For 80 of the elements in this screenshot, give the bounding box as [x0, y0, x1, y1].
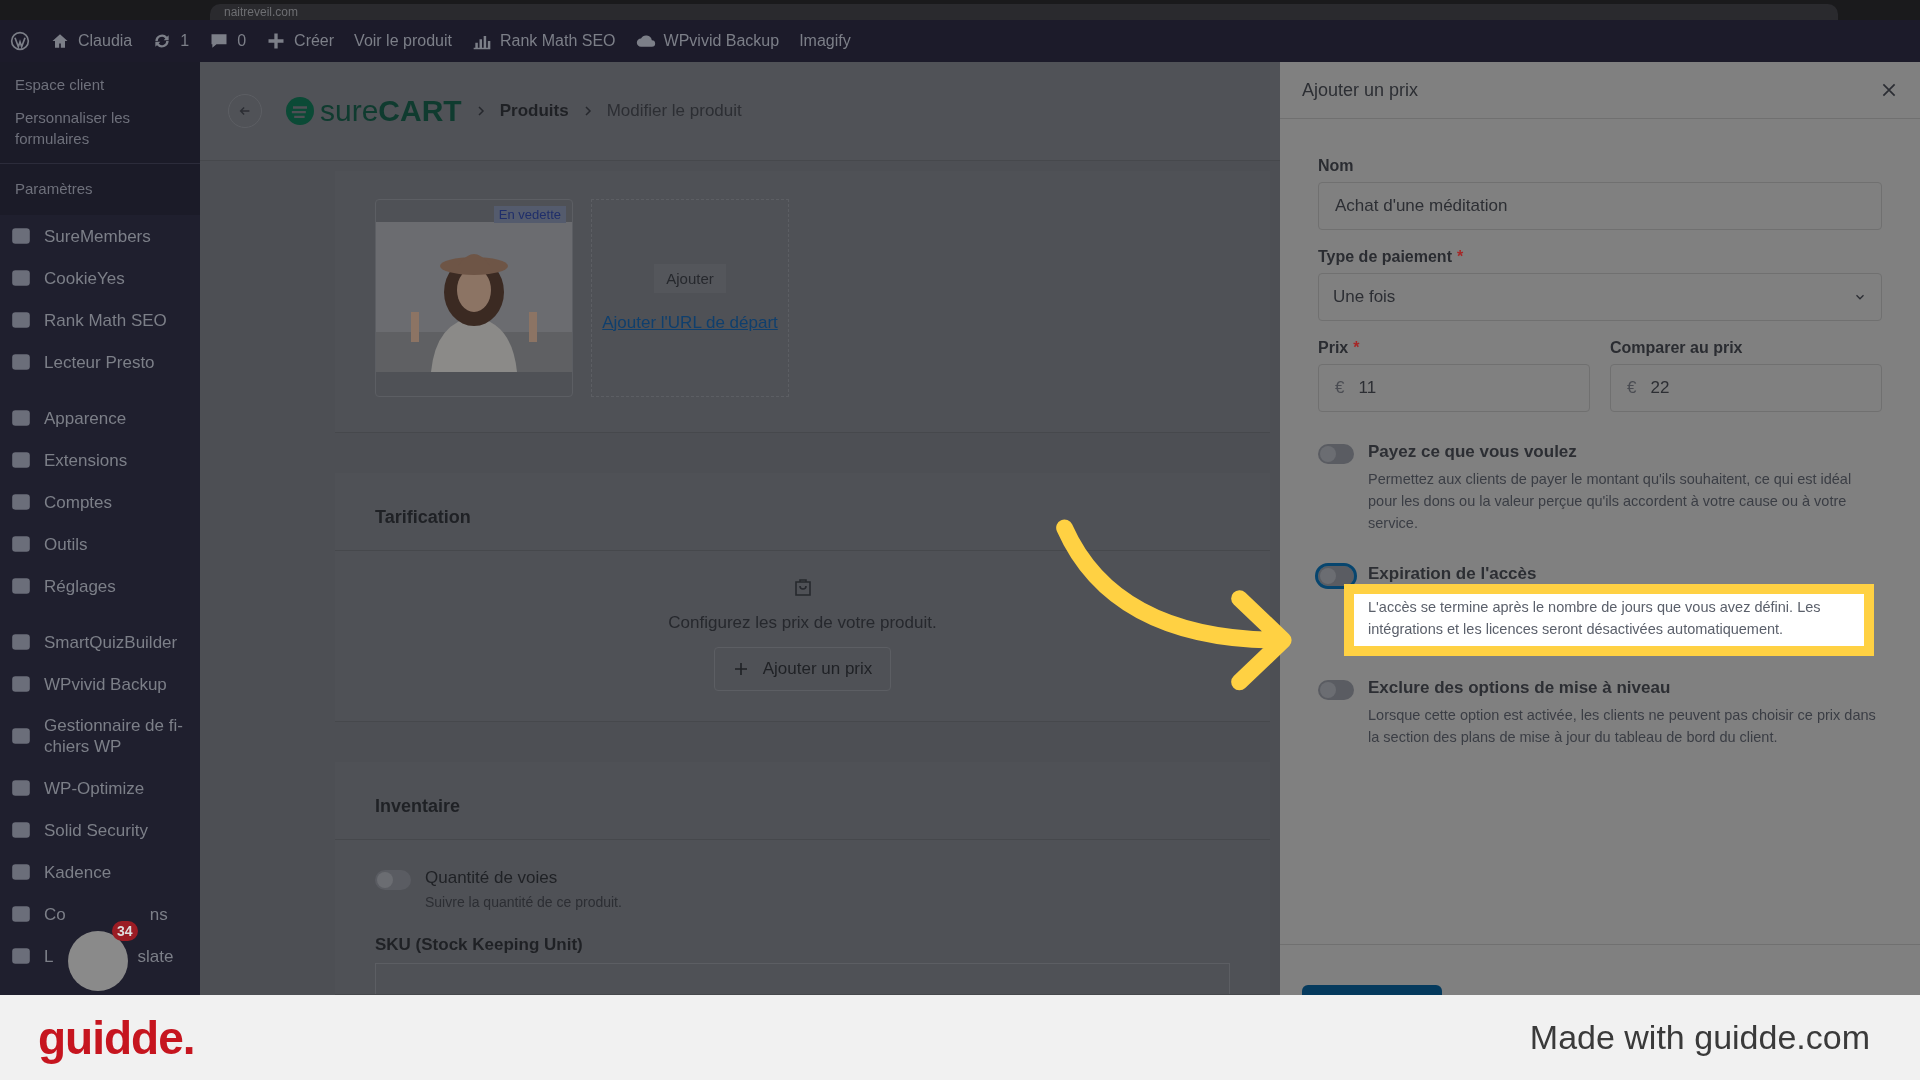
comment-icon: [209, 31, 230, 51]
admin-bar-item[interactable]: Créer: [266, 31, 335, 51]
field-label: Prix *: [1318, 339, 1361, 357]
menu-icon: [10, 903, 32, 925]
plus-icon: [266, 31, 287, 51]
sidebar-item[interactable]: Apparence: [0, 397, 200, 439]
field-label: Comparer au prix: [1610, 339, 1744, 357]
sidebar-item[interactable]: Réglages: [0, 565, 200, 607]
save-button[interactable]: [1302, 985, 1442, 995]
wordpress-icon[interactable]: [10, 31, 30, 51]
menu-icon: [10, 631, 32, 653]
sidebar-item[interactable]: WPvivid Backup: [0, 663, 200, 705]
sidebar-item[interactable]: CookieYes: [0, 257, 200, 299]
help-text: L'accès se termine après le nombre de jours que vous avez défini. Les intégrations et les licences seront désactivées automatiquement.: [1368, 598, 1822, 639]
name-field[interactable]: Achat d'une méditation: [1318, 182, 1882, 230]
menu-icon: [10, 225, 32, 247]
menu-icon: [10, 407, 32, 429]
field-label: Type de paiement *: [1318, 248, 1465, 266]
help-text: Lorsque cette option est activée, les clients ne peuvent pas choisir ce prix dans la section des plans de mise à jour du tableau de bord du client.: [1368, 706, 1877, 747]
address-bar[interactable]: naitreveil.com: [210, 4, 1838, 20]
plus-icon: [732, 661, 749, 677]
menu-icon: [10, 309, 32, 331]
notification-badge: 34: [112, 921, 138, 941]
toggle-label: Expiration de l'accès: [1368, 564, 1538, 584]
sidebar-item[interactable]: ns: [149, 903, 168, 925]
field-label: Nom: [1318, 157, 1355, 175]
menu-icon: [10, 945, 32, 967]
submenu-item[interactable]: Paramètres: [0, 163, 200, 215]
sidebar-item[interactable]: SmartQuizBuilder: [0, 621, 200, 663]
submenu-item[interactable]: Personnaliser les formulaires: [0, 101, 200, 155]
submenu-item[interactable]: Espace client: [0, 68, 200, 101]
toggle-switch[interactable]: [375, 870, 411, 890]
sidebar-item[interactable]: Gestionnaire de fi-chiers WP: [0, 705, 200, 767]
admin-bar-item[interactable]: Claudia: [50, 31, 133, 51]
admin-bar-item[interactable]: 1: [152, 31, 190, 51]
sidebar-item[interactable]: Co: [44, 903, 66, 925]
admin-bar-item[interactable]: Rank Math SEO: [471, 31, 616, 51]
admin-bar-item[interactable]: 0: [209, 31, 247, 51]
brand-logo: guidde.: [38, 1010, 195, 1065]
menu-icon: [10, 449, 32, 471]
toggle-label: Payez ce que vous voulez: [1368, 442, 1578, 462]
close-icon[interactable]: [1880, 81, 1898, 99]
price-field[interactable]: € 11: [1318, 364, 1590, 412]
footer-text: Made with guidde.com: [1529, 1018, 1870, 1057]
sidebar-item[interactable]: WP-Optimize: [0, 767, 200, 809]
admin-bar-item[interactable]: WPvivid Backup: [635, 31, 780, 51]
panel-title: Ajouter un prix: [1302, 79, 1419, 101]
sidebar-item[interactable]: Comptes: [0, 481, 200, 523]
sidebar-item[interactable]: SureMembers: [0, 215, 200, 257]
menu-icon: [10, 819, 32, 841]
help-text: Permettez aux clients de payer le montant qu'ils souhaitent, ce qui est idéal pour les dons ou la valeur perçue qu'ils accordent à votre cause ou à votre service.: [1368, 470, 1853, 533]
sku-field[interactable]: [375, 963, 1230, 994]
logo-icon: [286, 97, 314, 125]
toggle-switch[interactable]: [1318, 680, 1354, 700]
menu-icon: [10, 533, 32, 555]
menu-icon: [10, 491, 32, 513]
sidebar-item[interactable]: Extensions: [0, 439, 200, 481]
menu-icon: [10, 861, 32, 883]
toggle-switch[interactable]: [1318, 444, 1354, 464]
menu-icon: [10, 575, 32, 597]
admin-bar-item[interactable]: Voir le produit: [354, 32, 452, 50]
menu-icon: [10, 673, 32, 695]
sidebar-item[interactable]: Rank Math SEO: [0, 299, 200, 341]
admin-bar-item[interactable]: Imagify: [799, 32, 851, 50]
sidebar-item[interactable]: Solid Security: [0, 809, 200, 851]
sidebar-item[interactable]: Outils: [0, 523, 200, 565]
toggle-switch[interactable]: [1318, 566, 1354, 586]
toggle-label: Exclure des options de mise à niveau: [1368, 678, 1672, 698]
payment-type-select[interactable]: Une fois: [1318, 273, 1882, 321]
arrow-left-icon: [238, 104, 252, 118]
menu-icon: [10, 267, 32, 289]
sidebar-item[interactable]: L: [44, 945, 54, 967]
menu-icon: [10, 777, 32, 799]
logo-text: sureCART: [320, 94, 462, 128]
sidebar-item[interactable]: slate: [137, 945, 174, 967]
menu-icon: [10, 351, 32, 373]
menu-icon: [10, 725, 32, 747]
price-field[interactable]: € 22: [1610, 364, 1882, 412]
sidebar-item[interactable]: Kadence: [0, 851, 200, 893]
sidebar-item[interactable]: Lecteur Presto: [0, 341, 200, 383]
